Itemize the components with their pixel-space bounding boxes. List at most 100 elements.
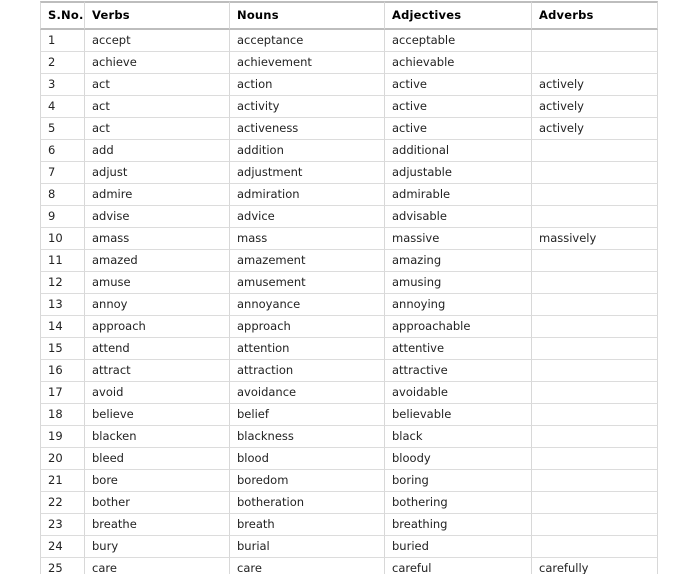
cell-adjectives: admirable <box>385 184 532 206</box>
cell-sno: 21 <box>40 470 85 492</box>
cell-sno: 5 <box>40 118 85 140</box>
cell-nouns: boredom <box>230 470 385 492</box>
cell-adverbs <box>532 448 658 470</box>
cell-nouns: adjustment <box>230 162 385 184</box>
page-root: S.No. Verbs Nouns Adjectives Adverbs 1 accept… <box>0 0 700 574</box>
cell-adjectives: active <box>385 96 532 118</box>
cell-sno: 25 <box>40 558 85 574</box>
cell-nouns: mass <box>230 228 385 250</box>
cell-verbs: approach <box>85 316 230 338</box>
cell-verbs: breathe <box>85 514 230 536</box>
cell-adverbs <box>532 492 658 514</box>
cell-nouns: care <box>230 558 385 574</box>
cell-verbs: accept <box>85 30 230 52</box>
cell-sno: 17 <box>40 382 85 404</box>
cell-nouns: approach <box>230 316 385 338</box>
cell-sno: 12 <box>40 272 85 294</box>
column-header-adverbs: Adverbs <box>532 1 658 30</box>
cell-sno: 7 <box>40 162 85 184</box>
table-row: 8 admire admiration admirable <box>40 184 658 206</box>
cell-adverbs <box>532 206 658 228</box>
cell-adjectives: acceptable <box>385 30 532 52</box>
cell-verbs: amass <box>85 228 230 250</box>
table-row: 1 accept acceptance acceptable <box>40 30 658 52</box>
cell-adverbs <box>532 514 658 536</box>
word-forms-table: S.No. Verbs Nouns Adjectives Adverbs 1 accept… <box>40 1 658 574</box>
cell-sno: 23 <box>40 514 85 536</box>
cell-verbs: avoid <box>85 382 230 404</box>
cell-adjectives: bloody <box>385 448 532 470</box>
cell-adjectives: approachable <box>385 316 532 338</box>
cell-adjectives: additional <box>385 140 532 162</box>
cell-verbs: adjust <box>85 162 230 184</box>
cell-verbs: blacken <box>85 426 230 448</box>
cell-adverbs: actively <box>532 118 658 140</box>
cell-adverbs <box>532 536 658 558</box>
cell-adverbs: actively <box>532 96 658 118</box>
table-row: 18 believe belief believable <box>40 404 658 426</box>
cell-adverbs <box>532 250 658 272</box>
cell-verbs: annoy <box>85 294 230 316</box>
cell-verbs: bore <box>85 470 230 492</box>
cell-adverbs <box>532 338 658 360</box>
table-header-row: S.No. Verbs Nouns Adjectives Adverbs <box>40 1 658 30</box>
cell-nouns: addition <box>230 140 385 162</box>
cell-nouns: activeness <box>230 118 385 140</box>
cell-adjectives: active <box>385 118 532 140</box>
cell-verbs: act <box>85 74 230 96</box>
cell-verbs: bother <box>85 492 230 514</box>
cell-adjectives: breathing <box>385 514 532 536</box>
cell-sno: 6 <box>40 140 85 162</box>
cell-adjectives: annoying <box>385 294 532 316</box>
table-row: 16 attract attraction attractive <box>40 360 658 382</box>
word-forms-table-container: S.No. Verbs Nouns Adjectives Adverbs 1 accept… <box>40 1 658 574</box>
cell-sno: 10 <box>40 228 85 250</box>
table-row: 23 breathe breath breathing <box>40 514 658 536</box>
cell-verbs: act <box>85 118 230 140</box>
table-row: 24 bury burial buried <box>40 536 658 558</box>
cell-nouns: achievement <box>230 52 385 74</box>
table-row: 17 avoid avoidance avoidable <box>40 382 658 404</box>
column-header-sno: S.No. <box>40 1 85 30</box>
cell-sno: 9 <box>40 206 85 228</box>
table-row: 14 approach approach approachable <box>40 316 658 338</box>
cell-nouns: belief <box>230 404 385 426</box>
cell-verbs: act <box>85 96 230 118</box>
cell-adverbs: actively <box>532 74 658 96</box>
cell-sno: 1 <box>40 30 85 52</box>
cell-adverbs <box>532 52 658 74</box>
cell-nouns: botheration <box>230 492 385 514</box>
cell-nouns: amusement <box>230 272 385 294</box>
column-header-verbs: Verbs <box>85 1 230 30</box>
cell-nouns: attention <box>230 338 385 360</box>
cell-adjectives: active <box>385 74 532 96</box>
cell-nouns: acceptance <box>230 30 385 52</box>
cell-sno: 16 <box>40 360 85 382</box>
cell-sno: 15 <box>40 338 85 360</box>
cell-nouns: amazement <box>230 250 385 272</box>
cell-adverbs <box>532 184 658 206</box>
cell-adjectives: black <box>385 426 532 448</box>
column-header-nouns: Nouns <box>230 1 385 30</box>
cell-adjectives: avoidable <box>385 382 532 404</box>
cell-nouns: burial <box>230 536 385 558</box>
cell-sno: 14 <box>40 316 85 338</box>
cell-nouns: advice <box>230 206 385 228</box>
cell-verbs: bleed <box>85 448 230 470</box>
cell-adverbs <box>532 272 658 294</box>
cell-sno: 24 <box>40 536 85 558</box>
table-row: 4 act activity active actively <box>40 96 658 118</box>
table-row: 21 bore boredom boring <box>40 470 658 492</box>
cell-nouns: breath <box>230 514 385 536</box>
cell-adverbs: carefully <box>532 558 658 574</box>
cell-adverbs <box>532 426 658 448</box>
cell-adjectives: massive <box>385 228 532 250</box>
table-row: 19 blacken blackness black <box>40 426 658 448</box>
cell-nouns: admiration <box>230 184 385 206</box>
cell-adjectives: achievable <box>385 52 532 74</box>
table-header: S.No. Verbs Nouns Adjectives Adverbs <box>40 1 658 30</box>
cell-verbs: add <box>85 140 230 162</box>
cell-verbs: believe <box>85 404 230 426</box>
cell-adjectives: amazing <box>385 250 532 272</box>
table-row: 11 amazed amazement amazing <box>40 250 658 272</box>
